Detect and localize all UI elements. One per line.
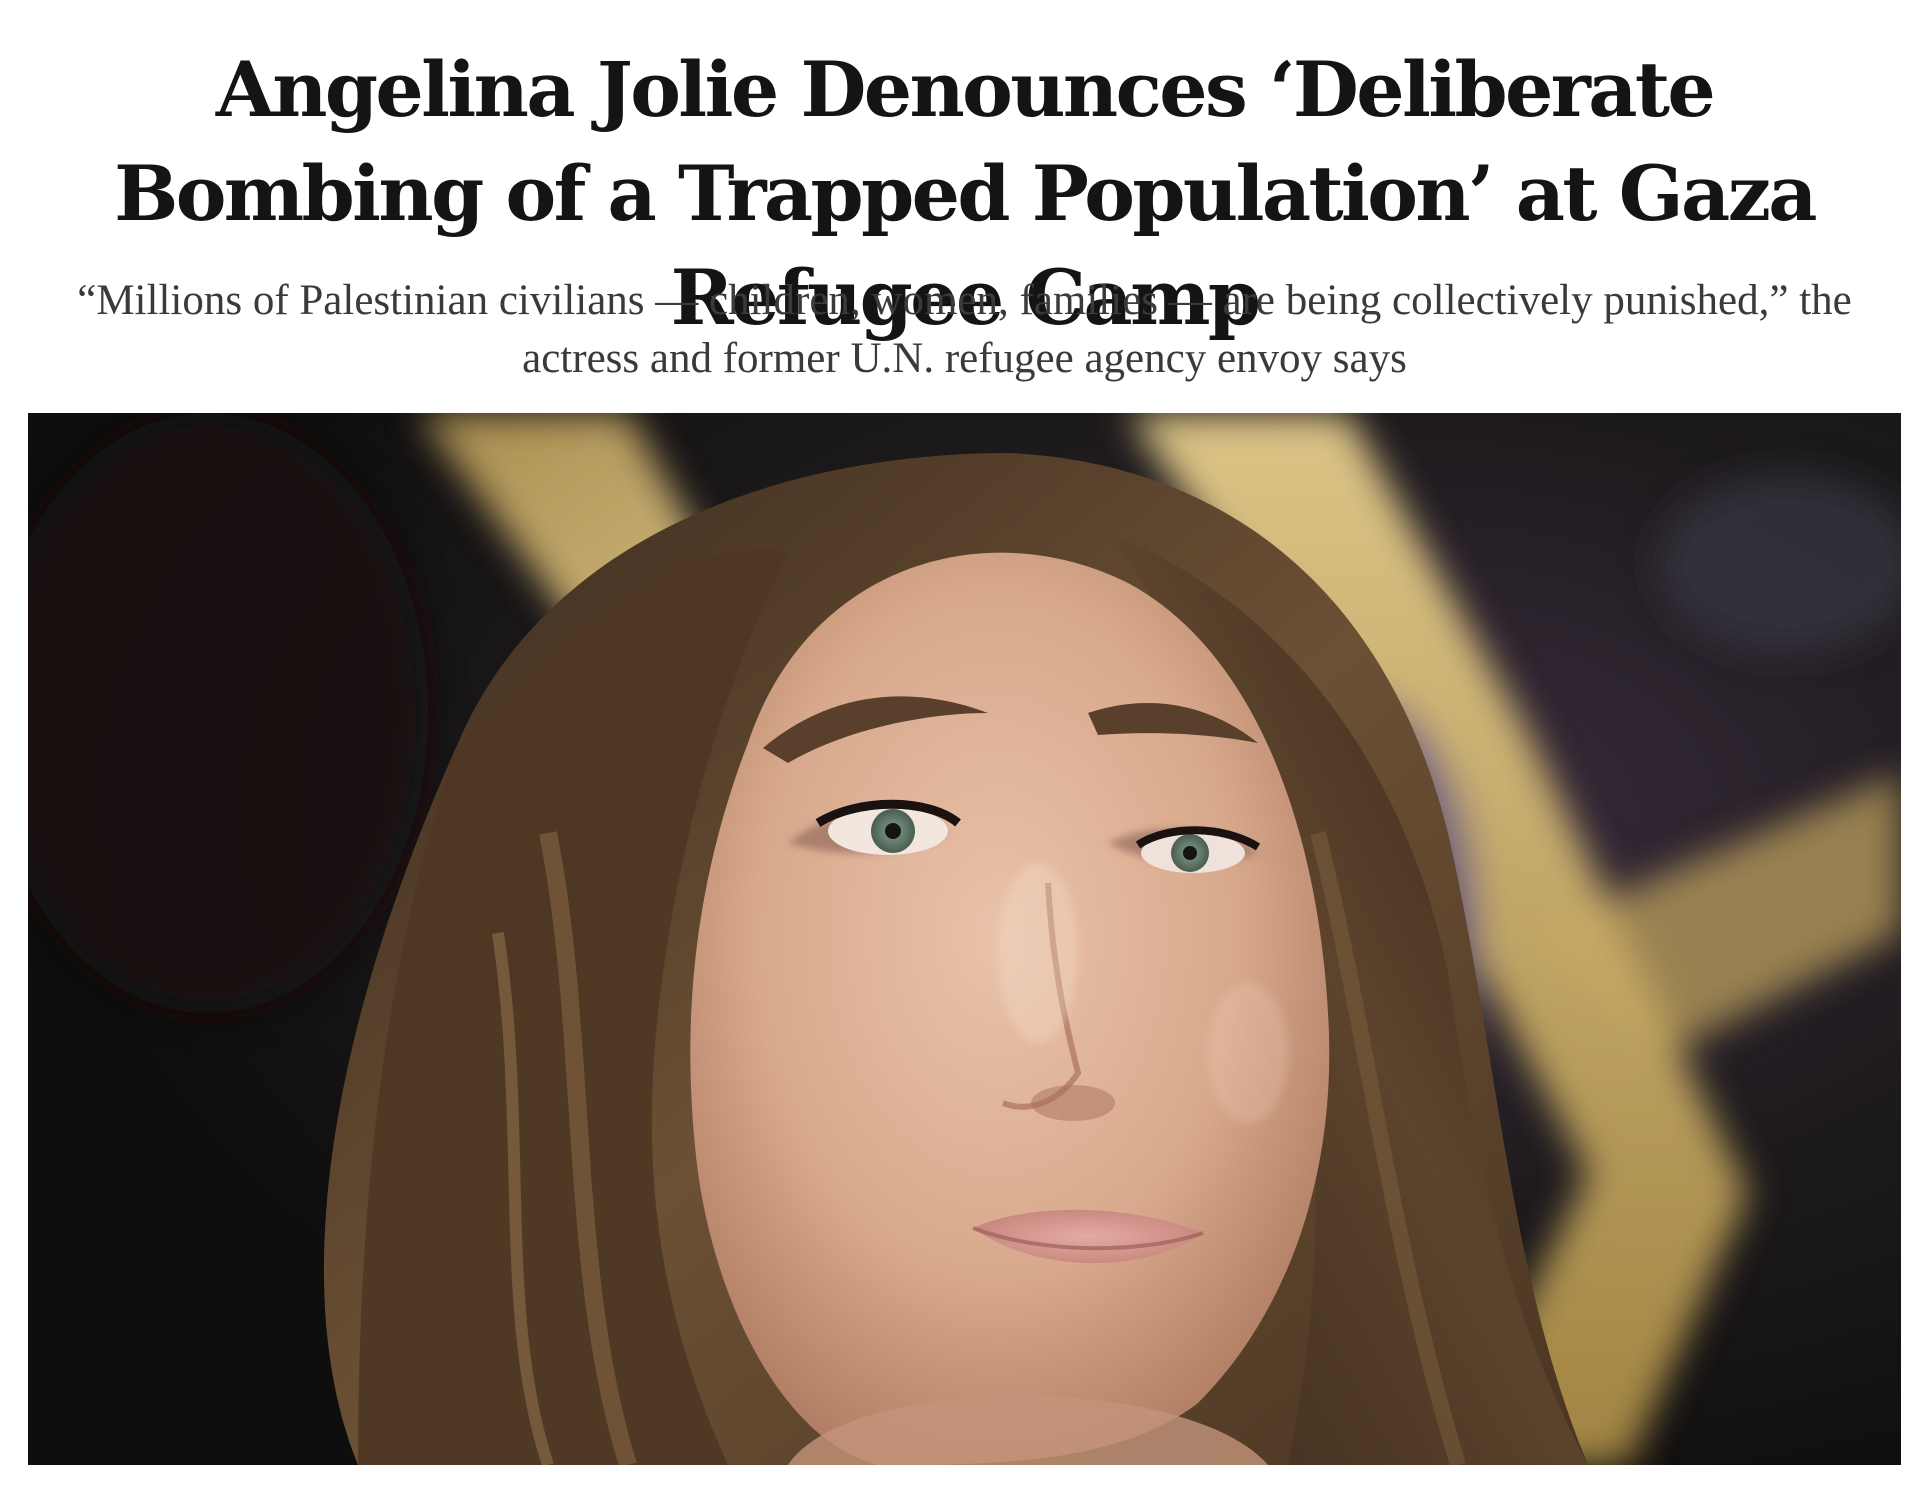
dek: “Millions of Palestinian civilians — chi… [77, 277, 1852, 382]
portrait-illustration [28, 413, 1901, 1465]
hero-photo [28, 413, 1901, 1465]
article: Angelina Jolie Denounces ‘Deliberate Bom… [0, 0, 1929, 1489]
